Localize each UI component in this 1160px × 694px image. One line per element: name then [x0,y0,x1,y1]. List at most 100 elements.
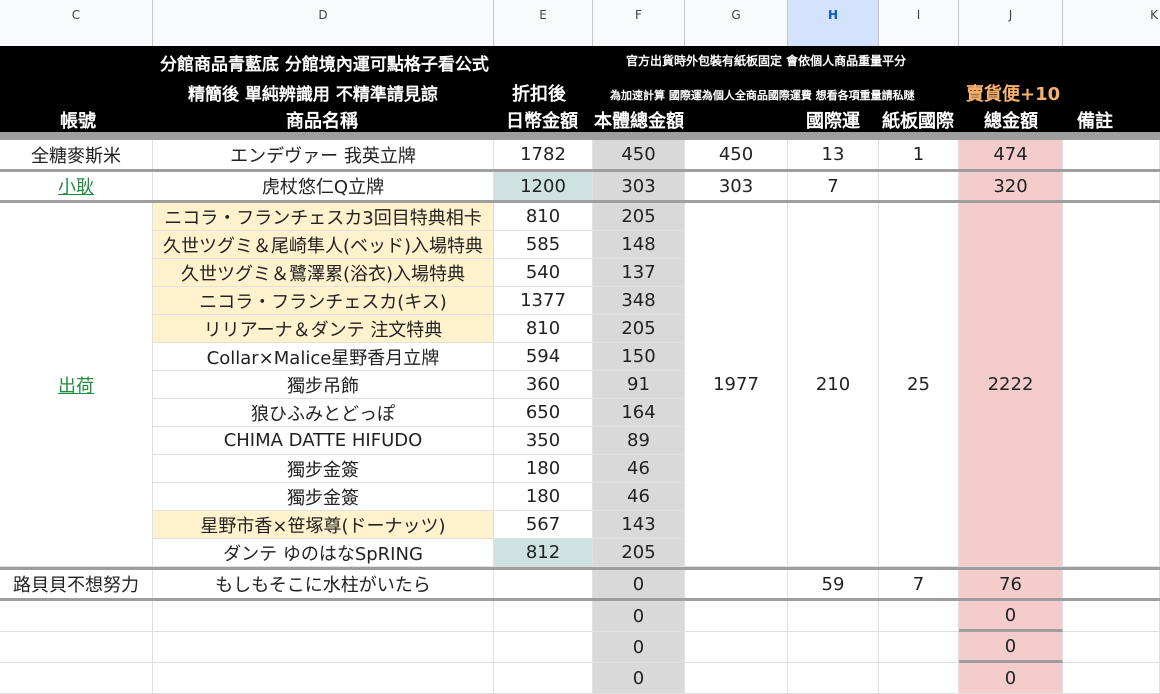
product-cell[interactable]: 狼ひふみとどっぽ [153,399,494,427]
jpy-cell[interactable]: 360 [494,371,593,399]
account-link[interactable]: 出荷 [58,372,94,398]
item-total-cell[interactable]: 143 [593,511,685,539]
subtotal-cell[interactable] [685,570,788,599]
empty-cell[interactable] [494,601,593,632]
item-total-cell[interactable]: 137 [593,259,685,287]
empty-cell[interactable] [494,663,593,694]
empty-cell[interactable]: 0 [959,632,1063,663]
intl-shipping-cell[interactable]: 210 [788,203,879,567]
item-total-cell[interactable]: 148 [593,231,685,259]
product-cell[interactable]: リリアーナ＆ダンテ 注文特典 [153,315,494,343]
jpy-cell[interactable]: 585 [494,231,593,259]
item-total-cell[interactable]: 46 [593,455,685,483]
item-total-cell[interactable]: 46 [593,483,685,511]
item-total-cell[interactable]: 89 [593,427,685,455]
jpy-cell[interactable]: 1200 [494,172,593,201]
empty-cell[interactable]: 0 [593,663,685,694]
cardboard-cell[interactable]: 7 [879,570,959,599]
col-header-e[interactable]: E [494,0,593,46]
notes-cell[interactable] [1063,203,1160,567]
empty-cell[interactable] [879,632,959,663]
product-cell[interactable]: ニコラ・フランチェスカ3回目特典相卡 [153,203,494,231]
cardboard-cell[interactable]: 25 [879,203,959,567]
account-link[interactable]: 小耿 [58,173,94,199]
empty-cell[interactable] [685,632,788,663]
empty-cell[interactable]: 0 [959,601,1063,632]
empty-cell[interactable] [153,663,494,694]
col-header-d[interactable]: D [153,0,494,46]
product-cell[interactable]: もしもそこに水柱がいたら [153,570,494,599]
product-cell[interactable]: Collar×Malice星野香月立牌 [153,343,494,371]
col-header-c[interactable]: C [0,0,153,46]
grand-total-cell[interactable]: 474 [959,140,1063,170]
col-header-g[interactable]: G [685,0,788,46]
item-total-cell[interactable]: 0 [593,570,685,599]
product-cell[interactable]: 久世ツグミ＆鷺澤累(浴衣)入場特典 [153,259,494,287]
product-cell[interactable]: 獨步吊飾 [153,371,494,399]
item-total-cell[interactable]: 205 [593,203,685,231]
product-cell[interactable]: 虎杖悠仁Q立牌 [153,172,494,201]
item-total-cell[interactable]: 205 [593,539,685,567]
empty-cell[interactable]: 0 [593,632,685,663]
jpy-cell[interactable]: 812 [494,539,593,567]
notes-cell[interactable] [1063,140,1160,170]
jpy-cell[interactable]: 810 [494,203,593,231]
empty-cell[interactable] [879,663,959,694]
jpy-cell[interactable]: 594 [494,343,593,371]
product-cell[interactable]: 星野市香×笹塚尊(ドーナッツ) [153,511,494,539]
grand-total-cell[interactable]: 76 [959,570,1063,599]
empty-cell[interactable] [788,601,879,632]
col-header-k[interactable]: K [1063,0,1160,46]
jpy-cell[interactable]: 1377 [494,287,593,315]
jpy-cell[interactable]: 810 [494,315,593,343]
empty-cell[interactable] [879,601,959,632]
account-cell[interactable]: 全糖麥斯米 [0,140,153,170]
empty-cell[interactable] [153,632,494,663]
empty-cell[interactable] [788,663,879,694]
empty-cell[interactable] [1063,632,1160,663]
intl-shipping-cell[interactable]: 13 [788,140,879,170]
jpy-cell[interactable]: 567 [494,511,593,539]
item-total-cell[interactable]: 450 [593,140,685,170]
empty-cell[interactable] [1063,601,1160,632]
item-total-cell[interactable]: 150 [593,343,685,371]
cardboard-cell[interactable] [879,172,959,201]
empty-cell[interactable] [685,601,788,632]
product-cell[interactable]: CHIMA DATTE HIFUDO [153,427,494,455]
cardboard-cell[interactable]: 1 [879,140,959,170]
item-total-cell[interactable]: 303 [593,172,685,201]
empty-cell[interactable]: 0 [593,601,685,632]
product-cell[interactable]: ダンテ ゆのはなSpRING [153,539,494,567]
subtotal-cell[interactable]: 303 [685,172,788,201]
empty-cell[interactable] [153,601,494,632]
col-header-f[interactable]: F [593,0,685,46]
empty-cell[interactable] [0,632,153,663]
jpy-cell[interactable]: 180 [494,483,593,511]
jpy-cell[interactable]: 350 [494,427,593,455]
jpy-cell[interactable]: 540 [494,259,593,287]
product-cell[interactable]: 獨步金簽 [153,483,494,511]
empty-cell[interactable] [494,632,593,663]
empty-cell[interactable] [0,663,153,694]
account-cell[interactable]: 出荷 [0,203,153,567]
product-cell[interactable]: エンデヴァー 我英立牌 [153,140,494,170]
jpy-cell[interactable]: 1782 [494,140,593,170]
jpy-cell[interactable]: 650 [494,399,593,427]
grand-total-cell[interactable]: 2222 [959,203,1063,567]
notes-cell[interactable] [1063,570,1160,599]
empty-cell[interactable] [1063,663,1160,694]
col-header-j[interactable]: J [959,0,1063,46]
empty-cell[interactable]: 0 [959,663,1063,694]
jpy-cell[interactable] [494,570,593,599]
product-cell[interactable]: ニコラ・フランチェスカ(キス) [153,287,494,315]
item-total-cell[interactable]: 348 [593,287,685,315]
empty-cell[interactable] [0,601,153,632]
item-total-cell[interactable]: 91 [593,371,685,399]
product-cell[interactable]: 久世ツグミ＆尾崎隼人(ベッド)入場特典 [153,231,494,259]
intl-shipping-cell[interactable]: 7 [788,172,879,201]
account-cell[interactable]: 路貝貝不想努力 [0,570,153,599]
item-total-cell[interactable]: 164 [593,399,685,427]
intl-shipping-cell[interactable]: 59 [788,570,879,599]
empty-cell[interactable] [788,632,879,663]
subtotal-cell[interactable]: 1977 [685,203,788,567]
